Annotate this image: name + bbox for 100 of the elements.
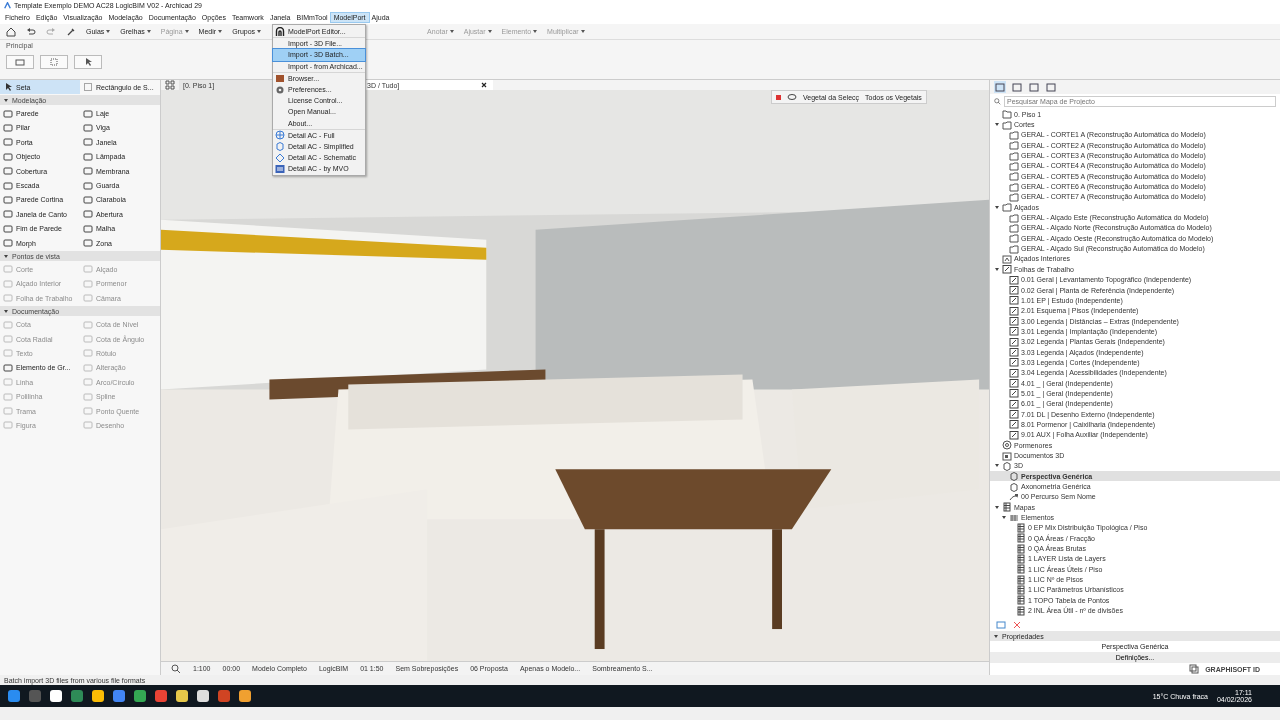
eye-icon — [787, 92, 797, 102]
worksheet-icon — [1009, 419, 1019, 430]
worksheet-icon — [1009, 305, 1019, 316]
tool-icon — [83, 209, 93, 220]
settings-icon — [275, 84, 285, 95]
tool-icon — [83, 293, 93, 304]
chevron-icon[interactable] — [995, 464, 999, 468]
folder-icon — [1009, 140, 1019, 151]
tool-icon — [83, 223, 93, 234]
layer-icon — [15, 57, 25, 67]
tool-icon — [3, 194, 13, 205]
table-icon — [1009, 512, 1019, 523]
worksheet-icon — [1009, 326, 1019, 337]
folder-icon — [1009, 233, 1019, 244]
chevron-icon[interactable] — [995, 505, 999, 509]
chevron-icon[interactable] — [1002, 516, 1006, 520]
tool-icon — [3, 166, 13, 177]
arch-icon — [275, 26, 285, 37]
tool-icon — [3, 264, 13, 275]
cube-icon — [1009, 471, 1019, 482]
tool-icon — [83, 264, 93, 275]
tool-icon — [3, 362, 13, 373]
chevron-icon[interactable] — [995, 123, 999, 126]
worksheet-icon — [1009, 285, 1019, 295]
toolbar-button[interactable] — [4, 26, 18, 37]
elevation-icon — [1002, 254, 1012, 264]
table-icon — [1016, 574, 1026, 585]
camera-path-icon — [1009, 491, 1019, 502]
app-icon — [4, 2, 11, 9]
undo-icon — [26, 26, 36, 37]
worksheet-icon — [1009, 316, 1019, 327]
taskbar-app-icon[interactable] — [176, 690, 188, 702]
table-icon — [1016, 564, 1026, 575]
worksheet-icon — [1009, 295, 1019, 306]
tool-icon — [3, 406, 13, 416]
tool-icon — [83, 166, 93, 177]
worksheet-icon — [1009, 367, 1019, 378]
triangle-icon — [4, 254, 8, 258]
tool-icon — [3, 180, 13, 191]
worksheet-icon — [1009, 347, 1019, 358]
tool-icon — [3, 293, 13, 304]
tool-icon — [3, 238, 13, 249]
tool-icon — [83, 348, 93, 359]
tool-icon — [3, 108, 13, 119]
tool-icon — [3, 334, 13, 345]
folder-icon — [1009, 129, 1019, 140]
taskbar-app-icon[interactable] — [50, 690, 62, 702]
triangle-icon — [4, 309, 8, 313]
tool-icon — [83, 122, 93, 133]
navigator-tab[interactable] — [1028, 81, 1040, 93]
folder-icon — [1009, 160, 1019, 171]
tool-icon — [3, 209, 13, 220]
dropdown-control[interactable] — [74, 55, 102, 69]
worksheet-icon — [1009, 357, 1019, 368]
worksheet-icon — [1009, 274, 1019, 285]
grid-icon — [275, 163, 285, 174]
taskbar-app-icon[interactable] — [92, 690, 104, 702]
worksheet-icon — [1002, 264, 1012, 275]
tool-icon — [83, 238, 93, 249]
tool-icon — [83, 278, 93, 289]
folder-icon — [1009, 222, 1019, 233]
home-icon — [6, 26, 16, 37]
worksheet-icon — [1009, 409, 1019, 420]
table-icon — [1016, 585, 1026, 595]
tool-icon — [3, 377, 13, 388]
table-icon — [1016, 543, 1026, 554]
tool-icon — [83, 406, 93, 416]
cube-icon — [1002, 460, 1012, 471]
table-icon — [1016, 533, 1026, 544]
folder-icon — [1009, 212, 1019, 223]
tool-icon — [83, 420, 93, 431]
tool-icon — [3, 122, 13, 133]
folder-icon — [1009, 243, 1019, 254]
worksheet-icon — [1009, 429, 1019, 440]
taskbar-app-icon[interactable] — [197, 690, 209, 702]
tool-icon — [83, 377, 93, 388]
table-icon — [1016, 553, 1026, 564]
arrow-cursor-icon — [3, 82, 13, 93]
taskbar-app-icon[interactable] — [239, 690, 251, 702]
tool-icon — [83, 137, 93, 148]
zoom-icon — [171, 663, 181, 674]
navigator-tab[interactable] — [994, 81, 1006, 93]
navigator-tab[interactable] — [1045, 81, 1057, 93]
folder-icon — [1002, 119, 1012, 130]
tool-icon — [3, 391, 13, 402]
worksheet-icon — [1009, 378, 1019, 389]
tool-icon — [83, 180, 93, 191]
chevron-icon[interactable] — [995, 205, 999, 209]
grid-view-icon — [165, 80, 175, 90]
chevron-icon[interactable] — [995, 267, 999, 271]
tool-icon — [83, 391, 93, 402]
table-icon — [1002, 502, 1012, 513]
tool-icon — [83, 108, 93, 119]
tool-icon — [3, 278, 13, 289]
close-icon[interactable] — [776, 94, 781, 100]
close-button[interactable] — [479, 82, 489, 88]
navigator-tab[interactable] — [1011, 81, 1023, 93]
tool-icon — [83, 362, 93, 373]
tool-icon — [83, 334, 93, 345]
cube-icon — [1009, 481, 1019, 492]
